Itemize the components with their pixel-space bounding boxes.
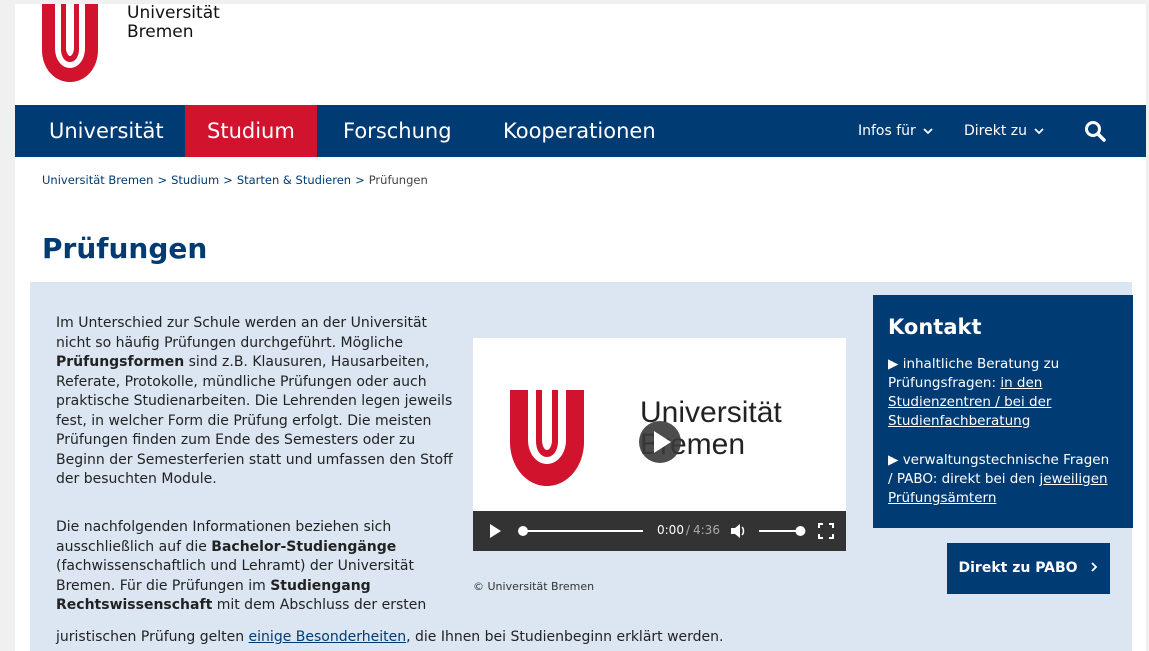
- page-title: Prüfungen: [42, 232, 208, 265]
- bachelor-text: juristischen Prüfung gelten: [56, 629, 249, 645]
- search-icon[interactable]: [1083, 119, 1107, 143]
- time-total: 4:36: [693, 523, 720, 537]
- breadcrumb-separator-icon: >: [223, 173, 233, 187]
- kontakt-item: ▶ inhaltliche Beratung zu Prüfungsfragen…: [888, 355, 1113, 431]
- infos-fuer-label: Infos für: [858, 123, 916, 139]
- pabo-button-label: Direkt zu PABO: [958, 560, 1078, 576]
- infos-fuer-menu[interactable]: Infos für: [858, 105, 933, 157]
- time-current: 0:00: [657, 523, 684, 537]
- direkt-zu-pabo-button[interactable]: Direkt zu PABO: [947, 543, 1110, 594]
- bachelor-bold: Bachelor-Studiengänge: [211, 538, 397, 555]
- page: Universität Bremen Universität Studium F…: [15, 4, 1146, 651]
- breadcrumb-item[interactable]: Studium: [171, 173, 219, 187]
- besonderheiten-link[interactable]: einige Besonderheiten: [249, 629, 407, 645]
- intro-paragraph: Im Unterschied zur Schule werden an der …: [56, 314, 456, 490]
- play-icon[interactable]: [487, 523, 503, 539]
- bachelor-paragraph-last-line: juristischen Prüfung gelten einige Beson…: [56, 628, 816, 648]
- triangle-right-icon: ▶: [888, 356, 899, 372]
- university-logo[interactable]: [42, 4, 98, 82]
- breadcrumb-item[interactable]: Starten & Studieren: [237, 173, 351, 187]
- video-player[interactable]: Universität Bremen 0:00 / 4:36: [473, 338, 846, 551]
- intro-bold: Prüfungsformen: [56, 354, 185, 370]
- video-controls: 0:00 / 4:36: [473, 511, 846, 551]
- time-separator: /: [682, 523, 694, 537]
- kontakt-title: Kontakt: [888, 315, 982, 339]
- chevron-down-icon: [1034, 128, 1045, 135]
- triangle-right-icon: ▶: [888, 452, 899, 468]
- breadcrumb: Universität Bremen > Studium > Starten & Stu…: [42, 173, 428, 187]
- video-thumbnail[interactable]: Universität Bremen: [473, 338, 846, 511]
- breadcrumb-current: Prüfungen: [368, 173, 428, 187]
- play-overlay-icon[interactable]: [639, 421, 681, 463]
- video-credit: © Universität Bremen: [473, 580, 595, 593]
- fullscreen-icon[interactable]: [818, 523, 834, 539]
- bachelor-paragraph: Die nachfolgenden Informationen beziehen…: [56, 518, 456, 616]
- direkt-zu-label: Direkt zu: [964, 123, 1027, 139]
- breadcrumb-separator-icon: >: [355, 173, 365, 187]
- volume-icon[interactable]: [730, 523, 748, 539]
- chevron-right-icon: [1091, 562, 1098, 572]
- nav-item-universitaet[interactable]: Universität: [27, 105, 186, 157]
- breadcrumb-separator-icon: >: [157, 173, 168, 187]
- kontakt-box: Kontakt ▶ inhaltliche Beratung zu Prüfun…: [873, 295, 1133, 528]
- logo-wordmark: Universität Bremen: [127, 4, 220, 42]
- volume-slider[interactable]: [757, 523, 807, 539]
- intro-text: Im Unterschied zur Schule werden an der …: [56, 315, 428, 351]
- kontakt-item: ▶ verwaltungstechnische Fragen / PABO: d…: [888, 451, 1113, 508]
- progress-slider[interactable]: [517, 523, 647, 539]
- nav-item-forschung[interactable]: Forschung: [321, 105, 474, 157]
- nav-item-studium[interactable]: Studium: [185, 105, 317, 157]
- intro-text: sind z.B. Klausuren, Hausarbeiten, Refer…: [56, 354, 453, 487]
- breadcrumb-item[interactable]: Universität Bremen: [42, 173, 153, 187]
- nav-item-kooperationen[interactable]: Kooperationen: [481, 105, 678, 157]
- logo-line1: Universität: [127, 4, 220, 23]
- content-panel: Im Unterschied zur Schule werden an der …: [30, 282, 1133, 651]
- main-navigation: Universität Studium Forschung Kooperatio…: [15, 105, 1146, 157]
- bachelor-text: mit dem Abschluss der ersten: [212, 597, 427, 613]
- direkt-zu-menu[interactable]: Direkt zu: [964, 105, 1045, 157]
- chevron-down-icon: [923, 128, 933, 135]
- logo-line2: Bremen: [127, 22, 194, 42]
- bachelor-text: , die Ihnen bei Studienbeginn erklärt we…: [406, 629, 724, 645]
